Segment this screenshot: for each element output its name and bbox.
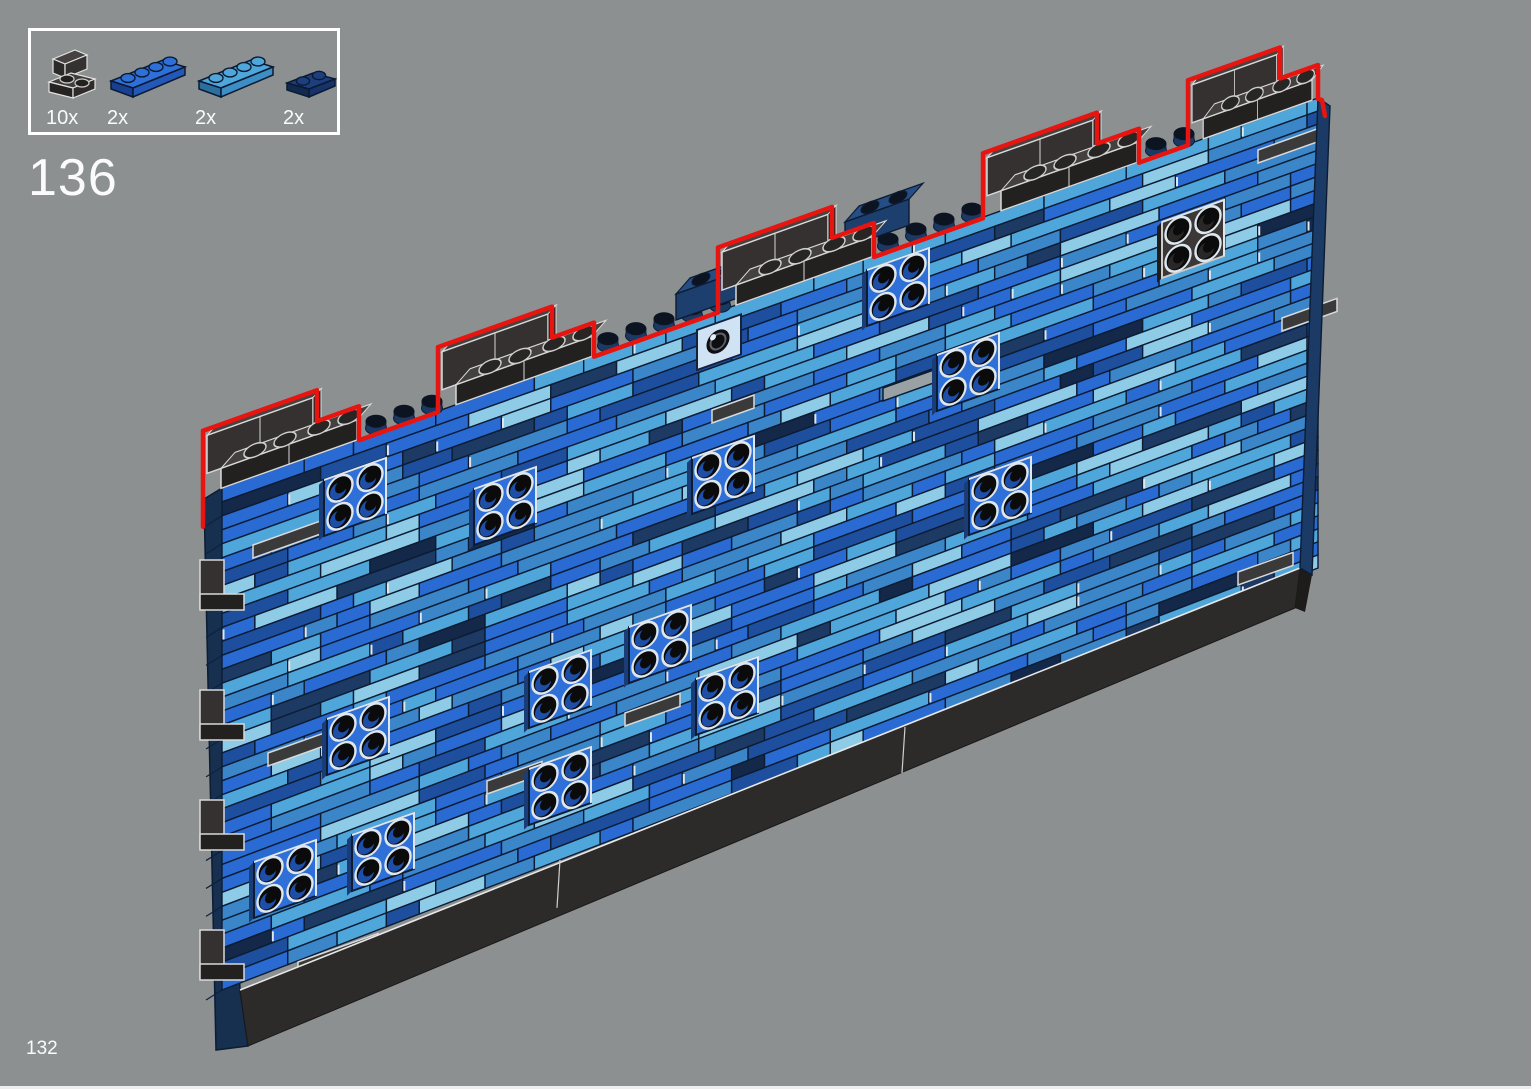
- bracket-part-icon: [43, 47, 111, 109]
- dark-blue-plate-1x2-icon: [283, 57, 347, 103]
- part-qty: 2x: [107, 108, 128, 128]
- step-number: 136: [28, 148, 118, 208]
- azure-plate-1x4-icon: [193, 47, 289, 103]
- page-number: 132: [26, 1038, 58, 1060]
- part-qty: 2x: [283, 108, 304, 128]
- part-qty: 10x: [46, 108, 78, 128]
- part-qty: 2x: [195, 108, 216, 128]
- wall-illustration: [0, 0, 1531, 1089]
- parts-callout-box: 10x 2x 2x 2x: [28, 28, 340, 135]
- blue-plate-1x4-icon: [105, 47, 201, 103]
